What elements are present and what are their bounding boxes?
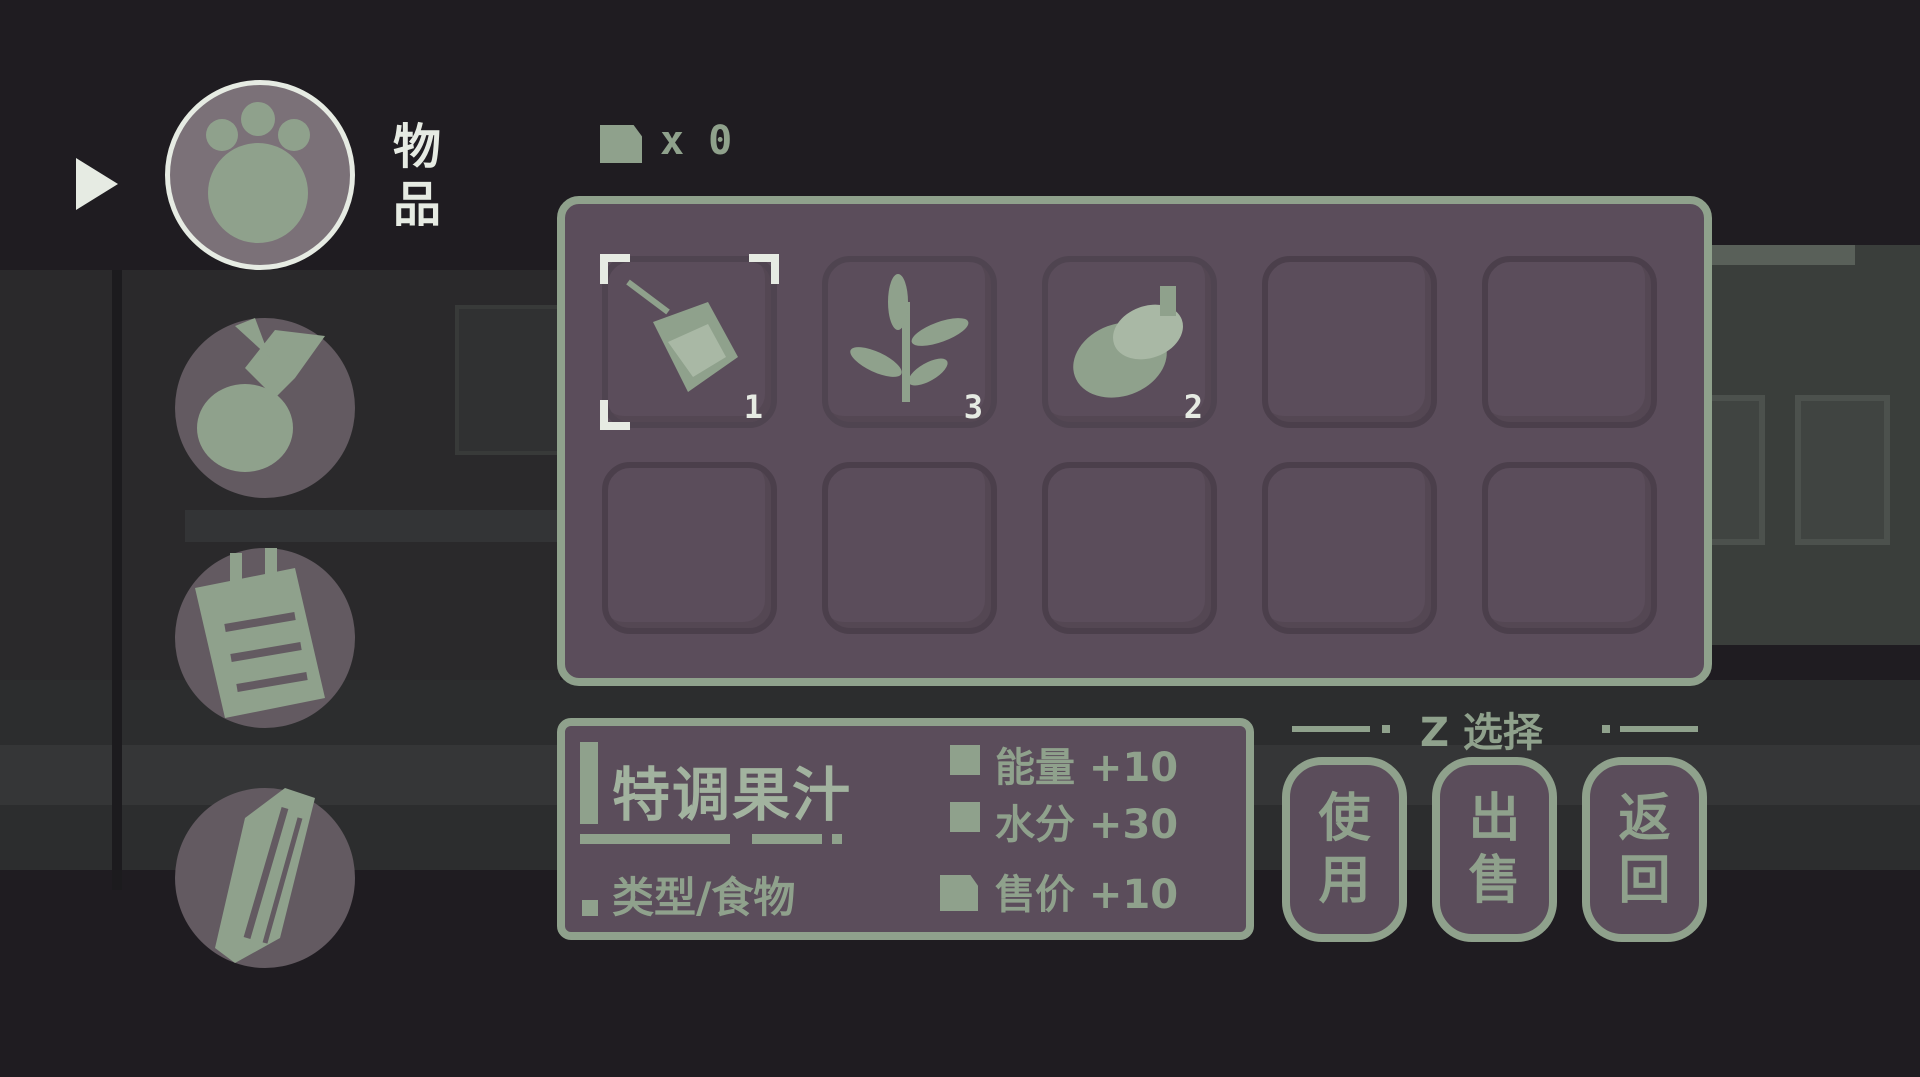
- energy-stat-icon: [950, 745, 980, 775]
- hint-divider: [1602, 725, 1610, 733]
- slot-cursor-corner: [600, 254, 630, 284]
- clipboard-icon: [195, 548, 325, 718]
- energy-stat: 能量 +10: [995, 745, 1179, 791]
- slot-quantity: 3: [963, 388, 983, 426]
- selection-arrow-icon: [76, 158, 118, 210]
- back-button-label: 返回: [1618, 788, 1671, 911]
- item-name: 特调果汁: [612, 761, 853, 829]
- coin-count: x 0: [660, 118, 733, 164]
- inventory-slot-7[interactable]: [822, 462, 997, 634]
- inventory-slot-9[interactable]: [1262, 462, 1437, 634]
- item-name-underline: [580, 834, 730, 844]
- inventory-slot-10[interactable]: [1482, 462, 1657, 634]
- inventory-slot-5[interactable]: [1482, 256, 1657, 428]
- slot-quantity: 1: [743, 388, 763, 426]
- item-type-bullet: [582, 900, 598, 916]
- category-label: 物品: [392, 119, 441, 233]
- inventory-slot-1[interactable]: 1: [600, 254, 779, 430]
- paw-icon: [206, 102, 310, 243]
- category-notes-button[interactable]: [175, 548, 355, 728]
- sell-button[interactable]: 出售: [1432, 757, 1557, 942]
- hint-divider: [1292, 726, 1370, 732]
- item-name-underline: [832, 834, 842, 844]
- hint-divider: [1620, 726, 1698, 732]
- hint-divider: [1382, 725, 1390, 733]
- slot-quantity: 2: [1183, 388, 1203, 426]
- sell-price-stat: 售价 +10: [995, 872, 1179, 918]
- inventory-slot-3[interactable]: 2: [1042, 256, 1217, 428]
- water-stat-icon: [950, 802, 980, 832]
- background-board: [455, 305, 565, 455]
- slot-cursor-corner: [749, 254, 779, 284]
- item-name-underline: [752, 834, 822, 844]
- category-tools-button[interactable]: [175, 788, 355, 968]
- item-name-marker: [580, 742, 598, 824]
- inventory-slot-2[interactable]: 3: [822, 256, 997, 428]
- slot-cursor-corner: [600, 400, 630, 430]
- select-hint: Z 选择: [1420, 710, 1543, 756]
- category-items-button[interactable]: [165, 80, 355, 270]
- inventory-slot-8[interactable]: [1042, 462, 1217, 634]
- use-button-label: 使用: [1318, 788, 1371, 911]
- background-roof: [1705, 245, 1855, 265]
- use-button[interactable]: 使用: [1282, 757, 1407, 942]
- sell-button-label: 出售: [1468, 788, 1521, 911]
- background-window: [1705, 395, 1765, 545]
- background-table: [185, 510, 565, 542]
- pencil-icon: [215, 788, 315, 963]
- background-window: [1795, 395, 1890, 545]
- item-type: 类型/食物: [612, 873, 796, 922]
- fish-icon: [197, 318, 325, 472]
- price-coin-icon: [940, 875, 978, 911]
- background-post: [112, 270, 122, 890]
- water-stat: 水分 +30: [995, 802, 1179, 848]
- inventory-slot-4[interactable]: [1262, 256, 1437, 428]
- coin-icon: [600, 125, 642, 163]
- category-fish-button[interactable]: [175, 318, 355, 498]
- back-button[interactable]: 返回: [1582, 757, 1707, 942]
- inventory-slot-6[interactable]: [602, 462, 777, 634]
